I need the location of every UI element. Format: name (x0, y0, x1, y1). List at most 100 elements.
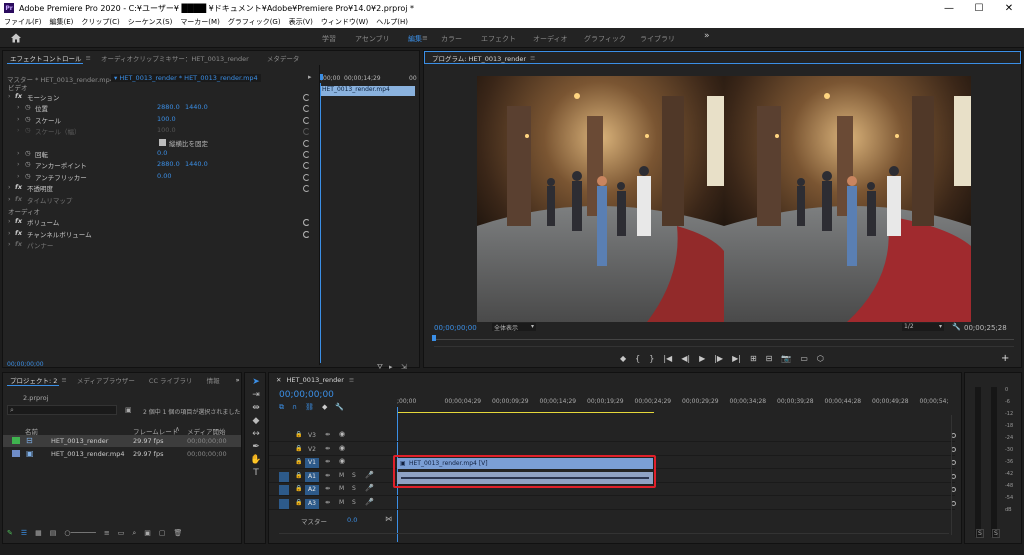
solo-button[interactable]: S (352, 472, 356, 479)
lock-icon[interactable]: 🔒 (295, 485, 302, 492)
expand-chevron-icon[interactable]: › (17, 103, 20, 111)
sync-lock-icon[interactable]: ⇹ (325, 431, 330, 438)
track-name-label[interactable]: V1 (305, 458, 319, 468)
fx-icon[interactable]: fx (15, 92, 22, 100)
hand-tool-icon[interactable]: ✋ (250, 455, 261, 465)
ec-prop-value-1[interactable]: 100.0 (157, 115, 176, 123)
play-icon[interactable]: ▶ (699, 354, 705, 364)
lock-icon[interactable]: 🔒 (295, 499, 302, 506)
ec-row-10[interactable]: オーディオ (3, 206, 318, 217)
ec-prop-value-1[interactable]: 2880.0 (157, 103, 180, 111)
master-track-value[interactable]: 0.0 (347, 516, 357, 524)
workspace-menu-icon[interactable]: ≡ (422, 34, 428, 42)
reset-icon[interactable] (303, 185, 310, 193)
ec-row-5[interactable]: › ◷ 回転 0.0 (3, 149, 318, 160)
mic-icon[interactable]: 🎤 (365, 471, 374, 479)
track-name-label[interactable]: A2 (305, 485, 319, 495)
label-color-swatch[interactable] (12, 450, 20, 457)
reset-icon[interactable] (303, 173, 310, 181)
stopwatch-icon[interactable]: ◷ (25, 160, 31, 168)
tab-menu-icon[interactable]: ≡ (86, 54, 91, 62)
fx-icon[interactable]: fx (15, 229, 22, 237)
expand-chevron-icon[interactable]: › (8, 183, 11, 191)
project-more-button[interactable]: » (236, 376, 240, 384)
mic-icon[interactable]: 🎤 (365, 498, 374, 506)
ec-row-2[interactable]: › ◷ スケール 100.0 (3, 115, 318, 126)
lock-icon[interactable]: 🔒 (295, 472, 302, 479)
ec-row-8[interactable]: › fx 不透明度 (3, 183, 318, 194)
sort-chevron-icon[interactable]: ∧ (175, 425, 180, 433)
timeline-ruler[interactable]: ;00;00 00;00;04;29 00;00;09;29 00;00;14;29 0… (397, 398, 957, 408)
ec-prop-value-2[interactable]: 1440.0 (185, 160, 208, 168)
export-icon[interactable]: ⇲ (401, 363, 407, 371)
timeline-horizontal-scrollbar[interactable] (279, 533, 949, 537)
pencil-icon[interactable]: ✎ (7, 529, 13, 539)
menu-item-6[interactable]: 表示(V) (289, 17, 313, 27)
track-select-tool-icon[interactable]: ⇥ (252, 390, 260, 400)
wrench-icon[interactable]: 🔧 (952, 323, 961, 331)
maximize-button[interactable]: ☐ (964, 0, 994, 16)
snap-icon[interactable]: ∩ (292, 403, 297, 412)
step-back-icon[interactable]: ◀| (681, 354, 690, 364)
workspace-tab-6[interactable]: グラフィック (584, 34, 626, 44)
workspace-tab-1[interactable]: アセンブリ (355, 34, 390, 44)
new-bin-icon[interactable]: ▣ (125, 406, 132, 414)
workspace-tab-3[interactable]: カラー (441, 34, 462, 44)
vr-icon[interactable]: ⬡ (817, 354, 824, 364)
program-playhead[interactable] (432, 335, 436, 341)
mute-button[interactable]: M (339, 472, 344, 479)
ripple-edit-tool-icon[interactable]: ⇹ (252, 403, 260, 413)
tab-timeline[interactable]: HET_0013_render (286, 376, 343, 384)
menu-item-7[interactable]: ウィンドウ(W) (321, 17, 368, 27)
step-forward-icon[interactable]: |▶ (714, 354, 723, 364)
ec-row-9[interactable]: › fx タイムリマップ (3, 195, 318, 206)
track-name-label[interactable]: V3 (305, 431, 319, 441)
comparison-icon[interactable]: ▭ (800, 354, 808, 364)
reset-icon[interactable] (303, 139, 310, 147)
checkbox-checked-icon[interactable] (159, 138, 166, 146)
resolution-dropdown[interactable]: 1/2 ▾ (902, 323, 944, 331)
reset-icon[interactable] (303, 94, 310, 101)
effect-timeline-area[interactable]: ;00;00 00;00;14;29 00 HET_0013_render.mp… (319, 65, 419, 365)
track-name-label[interactable]: A1 (305, 471, 319, 482)
menu-item-1[interactable]: 編集(E) (50, 17, 74, 27)
eye-icon[interactable]: ◉ (339, 444, 345, 452)
label-color-swatch[interactable] (12, 437, 20, 444)
fx-icon[interactable]: fx (15, 195, 22, 203)
ec-prop-value-1[interactable]: 100.0 (157, 126, 176, 134)
expand-chevron-icon[interactable]: › (8, 92, 11, 100)
goto-out-icon[interactable]: ▶| (732, 354, 741, 364)
solo-button[interactable]: S (352, 499, 356, 506)
solo-right-button[interactable]: S (992, 529, 1000, 538)
project-item-row[interactable]: ▣ HET_0013_render.mp4 29.97 fps 00;00;00;00 (3, 448, 241, 460)
expand-chevron-icon[interactable]: › (17, 172, 20, 180)
expand-chevron-icon[interactable]: › (17, 115, 20, 123)
mic-icon[interactable]: 🎤 (365, 484, 374, 492)
project-item-name[interactable]: HET_0013_render (51, 437, 108, 445)
nest-icon[interactable]: ⧉ (279, 403, 284, 412)
ec-row-0[interactable]: › fx モーション (3, 92, 318, 103)
sync-lock-icon[interactable]: ⇹ (325, 458, 330, 465)
ec-row-7[interactable]: › ◷ アンチフリッカー 0.00 (3, 172, 318, 183)
icon-view-icon[interactable]: ▦ (35, 529, 42, 539)
reset-icon[interactable] (303, 230, 310, 238)
ec-clip-bar[interactable]: HET_0013_render.mp4 (320, 86, 415, 96)
goto-in-icon[interactable]: |◀ (663, 354, 672, 364)
workspace-tab-2[interactable]: 編集 (408, 34, 422, 44)
sync-lock-icon[interactable]: ⇹ (325, 472, 330, 479)
timeline-vertical-scrollbar[interactable] (951, 415, 955, 535)
ec-prop-value-1[interactable]: 0.00 (157, 172, 171, 180)
reset-icon[interactable] (303, 219, 310, 227)
stopwatch-icon[interactable]: ◷ (25, 103, 31, 111)
new-bin-bottom-icon[interactable]: ▣ (144, 529, 151, 539)
zoom-slider[interactable]: ○────── (64, 529, 95, 539)
audio-clip[interactable] (397, 472, 653, 484)
linked-selection-icon[interactable]: ⛓ (305, 403, 314, 412)
overwrite-icon[interactable]: ⊟ (766, 354, 773, 364)
play-audio-icon[interactable]: ▸ (389, 363, 393, 371)
lock-icon[interactable]: 🔒 (295, 458, 302, 465)
list-view-icon[interactable]: ☰ (21, 529, 27, 539)
collapse-arrow-icon[interactable]: ▸ (308, 73, 316, 81)
reset-icon[interactable] (303, 105, 310, 113)
work-area-bar[interactable] (397, 412, 654, 413)
